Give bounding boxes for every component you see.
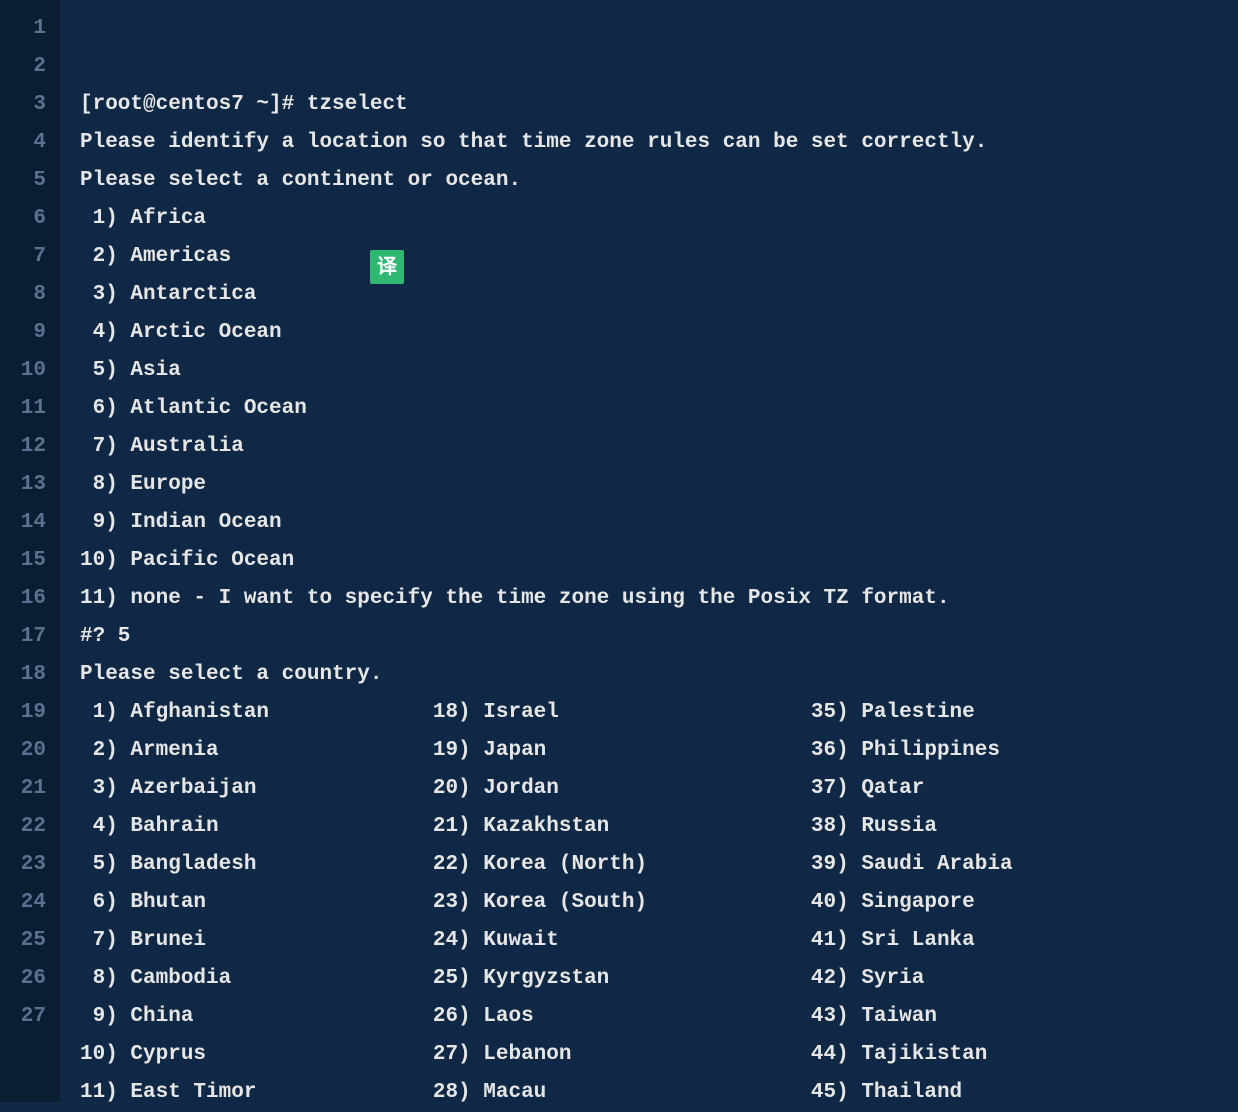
line-number: 1 [0,10,60,48]
terminal-line: Please identify a location so that time … [80,124,1238,162]
line-number: 22 [0,808,60,846]
terminal-line: 2) Armenia 19) Japan 36) Philippines [80,732,1238,770]
line-number: 24 [0,884,60,922]
terminal-line: 8) Europe [80,466,1238,504]
line-number: 3 [0,86,60,124]
line-number: 15 [0,542,60,580]
terminal-line: 11) East Timor 28) Macau 45) Thailand [80,1074,1238,1112]
line-number: 5 [0,162,60,200]
terminal-line: 9) China 26) Laos 43) Taiwan [80,998,1238,1036]
line-number: 10 [0,352,60,390]
terminal-line: #? 5 [80,618,1238,656]
terminal-line: 7) Australia [80,428,1238,466]
terminal-line: 4) Bahrain 21) Kazakhstan 38) Russia [80,808,1238,846]
terminal-line: 1) Afghanistan 18) Israel 35) Palestine [80,694,1238,732]
terminal-output: 译 [root@centos7 ~]# tzselectPlease ident… [60,0,1238,1102]
terminal-line: 3) Azerbaijan 20) Jordan 37) Qatar [80,770,1238,808]
line-number: 17 [0,618,60,656]
terminal-line: Please select a country. [80,656,1238,694]
line-number: 11 [0,390,60,428]
terminal-line: 10) Cyprus 27) Lebanon 44) Tajikistan [80,1036,1238,1074]
terminal-line: Please select a continent or ocean. [80,162,1238,200]
terminal-line: [root@centos7 ~]# tzselect [80,86,1238,124]
terminal-line: 5) Asia [80,352,1238,390]
line-number: 6 [0,200,60,238]
translate-icon[interactable]: 译 [370,250,404,284]
line-number: 2 [0,48,60,86]
line-number: 14 [0,504,60,542]
line-number: 4 [0,124,60,162]
terminal-line: 11) none - I want to specify the time zo… [80,580,1238,618]
line-number: 19 [0,694,60,732]
terminal-line: 2) Americas [80,238,1238,276]
line-number: 7 [0,238,60,276]
line-number: 23 [0,846,60,884]
terminal-line: 10) Pacific Ocean [80,542,1238,580]
terminal-line: 4) Arctic Ocean [80,314,1238,352]
terminal-line: 6) Atlantic Ocean [80,390,1238,428]
line-number: 16 [0,580,60,618]
terminal-line: 1) Africa [80,200,1238,238]
terminal-line: 5) Bangladesh 22) Korea (North) 39) Saud… [80,846,1238,884]
line-number: 25 [0,922,60,960]
line-number-gutter: 1234567891011121314151617181920212223242… [0,0,60,1102]
terminal-line: 8) Cambodia 25) Kyrgyzstan 42) Syria [80,960,1238,998]
line-number: 13 [0,466,60,504]
line-number: 21 [0,770,60,808]
terminal-line: 3) Antarctica [80,276,1238,314]
line-number: 27 [0,998,60,1036]
line-number: 8 [0,276,60,314]
terminal-line: 7) Brunei 24) Kuwait 41) Sri Lanka [80,922,1238,960]
line-number: 20 [0,732,60,770]
line-number: 26 [0,960,60,998]
terminal-line: 6) Bhutan 23) Korea (South) 40) Singapor… [80,884,1238,922]
terminal-line: 9) Indian Ocean [80,504,1238,542]
line-number: 12 [0,428,60,466]
line-number: 9 [0,314,60,352]
line-number: 18 [0,656,60,694]
